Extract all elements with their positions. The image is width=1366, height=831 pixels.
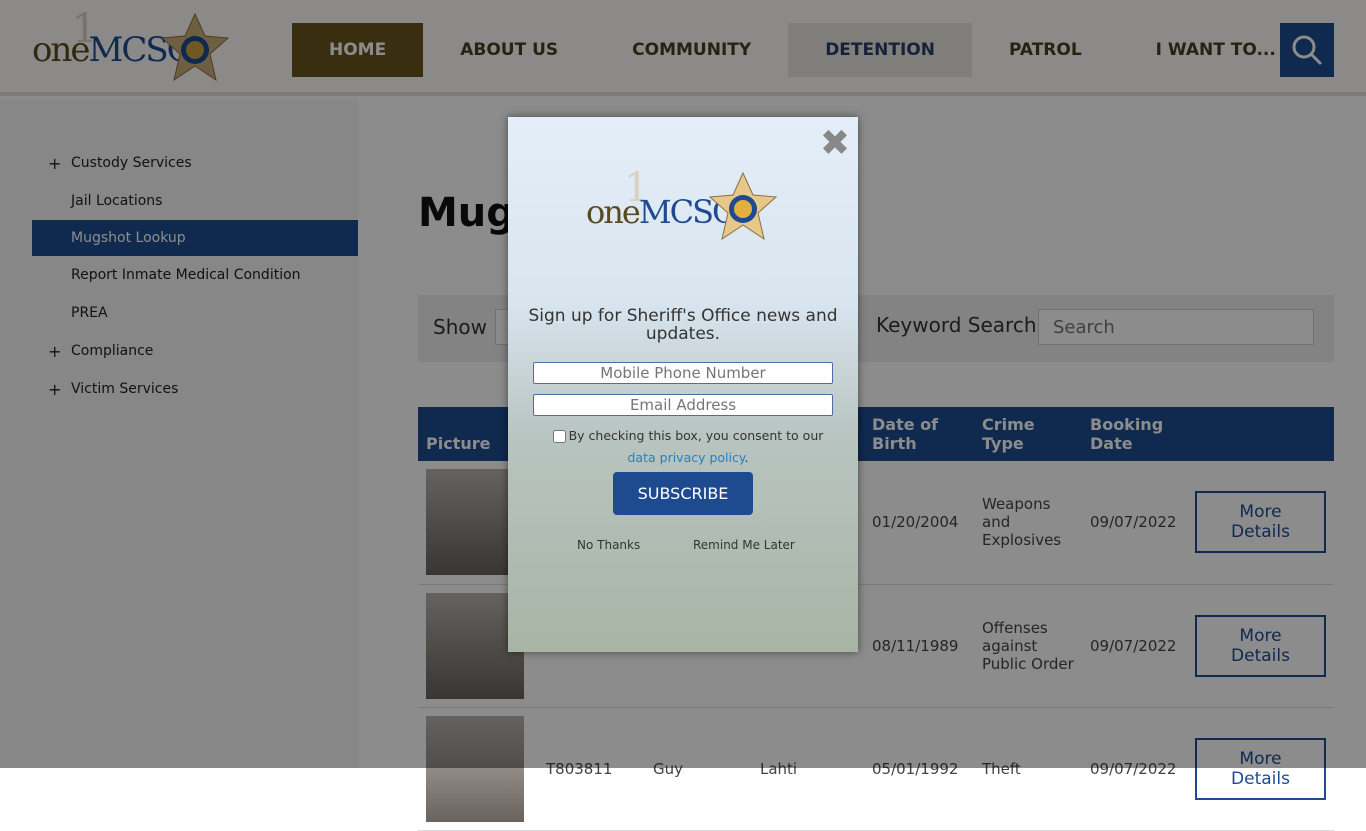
consent-checkbox[interactable] — [552, 430, 566, 443]
newsletter-modal: ✖ 1 oneMCSO Sign up for Sheriff's Office… — [508, 117, 858, 652]
privacy-policy-link[interactable]: data privacy policy — [628, 450, 745, 465]
sheriff-star-icon — [708, 171, 778, 241]
no-thanks-link[interactable]: No Thanks — [577, 538, 640, 552]
close-icon[interactable]: ✖ — [820, 123, 850, 164]
signup-heading: Sign up for Sheriff's Office news and up… — [528, 306, 838, 344]
mobile-phone-input[interactable] — [533, 362, 833, 384]
remind-me-later-link[interactable]: Remind Me Later — [693, 538, 795, 552]
email-input[interactable] — [533, 394, 833, 416]
subscribe-button[interactable]: SUBSCRIBE — [613, 472, 753, 515]
onemcso-logo: 1 oneMCSO — [586, 165, 786, 259]
consent-text: By checking this box, you consent to our… — [538, 425, 838, 469]
